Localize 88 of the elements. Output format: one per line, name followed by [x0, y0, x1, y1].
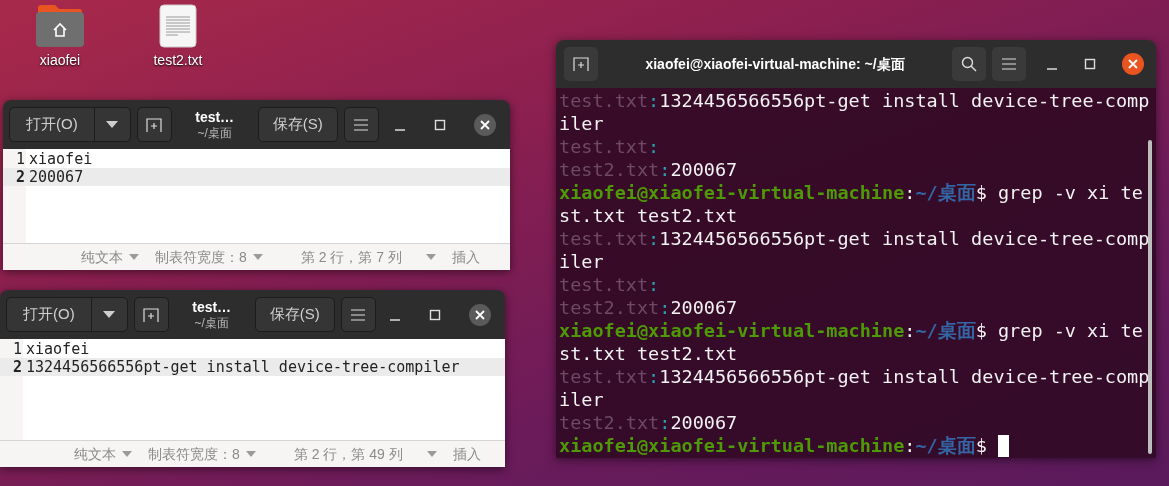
line-number: 2	[0, 358, 23, 376]
window-title: test…	[195, 108, 235, 126]
caret-icon	[252, 254, 263, 260]
caret-icon	[245, 451, 256, 457]
search-icon	[961, 56, 977, 72]
file-name: test2.txt	[559, 411, 660, 434]
output-text: 200067	[670, 411, 738, 434]
output-text: st.txt test2.txt	[559, 342, 738, 365]
separator: :	[648, 273, 660, 296]
separator: :	[659, 411, 671, 434]
output-text: 1324456566556pt-get install device-tree-comp	[659, 365, 1150, 388]
close-icon[interactable]	[474, 113, 496, 136]
user-host: xiaofei@xiaofei-virtual-machine	[559, 181, 905, 204]
new-tab-icon	[146, 117, 163, 132]
file-name: test2.txt	[559, 296, 660, 319]
save-button[interactable]: 保存(S)	[257, 107, 338, 142]
caret-icon	[122, 451, 132, 457]
output-text: 1324456566556pt-get install device-tree-comp	[659, 227, 1150, 250]
line-number: 1	[14, 150, 26, 168]
menu-icon	[351, 308, 366, 321]
caret-icon	[103, 311, 116, 318]
text-cursor	[998, 434, 1009, 457]
text-line: xiaofei	[28, 150, 94, 168]
separator: :	[659, 158, 671, 181]
menu-button[interactable]	[343, 107, 379, 142]
icon-label[interactable]: test2.txt	[153, 52, 203, 68]
maximize-icon[interactable]	[1084, 58, 1096, 70]
separator: :	[648, 89, 660, 112]
new-tab-icon	[143, 307, 160, 322]
line-number: 1	[11, 340, 23, 358]
new-tab-button[interactable]	[564, 47, 598, 81]
separator: :	[648, 365, 660, 388]
directory-path: ~/桌面	[915, 319, 976, 342]
window-subtitle: ~/桌面	[194, 315, 229, 331]
output-text: 200067	[670, 158, 738, 181]
line-number: 2	[3, 168, 26, 186]
menu-button[interactable]	[340, 297, 376, 332]
output-text: iler	[559, 250, 604, 273]
separator: :	[648, 227, 660, 250]
caret-icon	[106, 121, 119, 128]
file-name: test.txt	[559, 89, 649, 112]
output-text: 200067	[670, 296, 738, 319]
directory-path: ~/桌面	[915, 434, 976, 457]
window-title: xiaofei@xiaofei-virtual-machine: ~/桌面	[645, 54, 905, 74]
caret-icon	[129, 254, 139, 260]
close-icon[interactable]	[469, 303, 491, 326]
new-tab-icon	[573, 57, 589, 71]
output-text: iler	[559, 388, 604, 411]
caret-icon	[426, 451, 437, 457]
file-name: test.txt	[559, 365, 649, 388]
file-name: test2.txt	[559, 158, 660, 181]
output-text: $	[975, 434, 988, 457]
close-icon[interactable]	[1122, 53, 1144, 75]
icon-label[interactable]: xiaofei	[39, 52, 81, 68]
search-button[interactable]	[952, 47, 986, 81]
home-folder-icon[interactable]	[36, 4, 84, 48]
output-text: :	[904, 319, 916, 342]
new-tab-button[interactable]	[133, 297, 169, 332]
separator: :	[648, 135, 660, 158]
text-area[interactable]: 1 2 xiaofei 200067	[3, 149, 510, 243]
output-text: :	[904, 181, 916, 204]
menu-icon	[1002, 58, 1016, 70]
new-tab-button[interactable]	[136, 107, 172, 142]
output-text: 1324456566556pt-get install device-tree-comp	[659, 89, 1150, 112]
output-text: $ grep -v xi te	[975, 319, 1143, 342]
output-text: st.txt test2.txt	[559, 204, 738, 227]
menu-button[interactable]	[992, 47, 1026, 81]
separator: :	[659, 296, 671, 319]
maximize-icon[interactable]	[429, 308, 441, 321]
directory-path: ~/桌面	[915, 181, 976, 204]
user-host: xiaofei@xiaofei-virtual-machine	[559, 319, 905, 342]
output-text: $ grep -v xi te	[975, 181, 1143, 204]
window-subtitle: ~/桌面	[197, 125, 232, 141]
window-title: test…	[192, 298, 232, 316]
output-text: iler	[559, 112, 604, 135]
maximize-icon[interactable]	[434, 118, 446, 131]
text-line: xiaofei	[25, 340, 91, 358]
save-button[interactable]: 保存(S)	[254, 297, 335, 332]
scrollbar[interactable]	[1148, 140, 1152, 454]
file-name: test.txt	[559, 135, 649, 158]
output-text: :	[904, 434, 916, 457]
file-name: test.txt	[559, 273, 649, 296]
text-area[interactable]: 1 2 xiaofei 1324456566556pt-get install device-tree-compiler	[0, 339, 505, 440]
menu-icon	[354, 118, 369, 131]
user-host: xiaofei@xiaofei-virtual-machine	[559, 434, 905, 457]
text-file-icon[interactable]	[159, 4, 197, 48]
file-name: test.txt	[559, 227, 649, 250]
caret-icon	[425, 254, 436, 260]
